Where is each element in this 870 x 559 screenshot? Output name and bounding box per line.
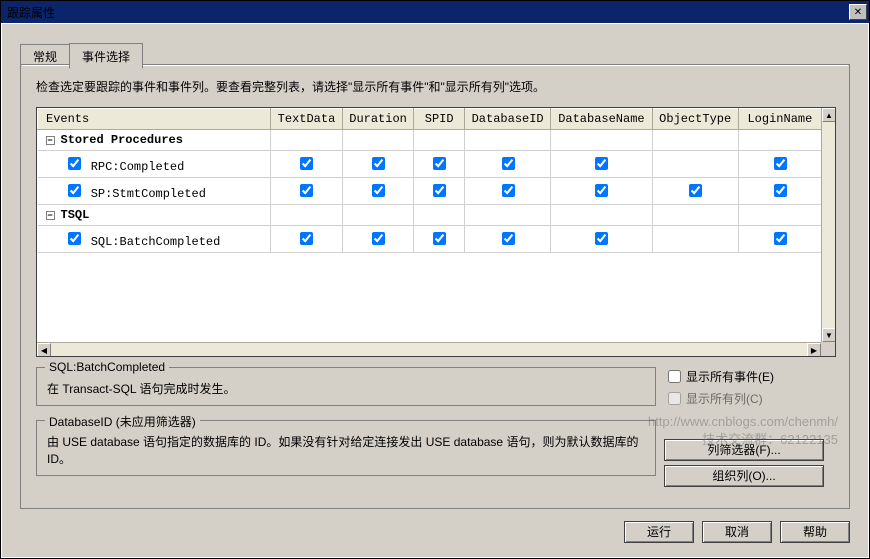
cell-checkbox[interactable] <box>502 157 515 170</box>
event-row: SP:StmtCompleted <box>38 178 822 205</box>
cell-checkbox[interactable] <box>300 184 313 197</box>
col-header-databaseid[interactable]: DatabaseID <box>465 109 551 130</box>
organize-columns-button[interactable]: 组织列(O)... <box>664 465 824 487</box>
cell-checkbox[interactable] <box>300 232 313 245</box>
cell-checkbox[interactable] <box>502 184 515 197</box>
event-description-box: SQL:BatchCompleted 在 Transact-SQL 语句完成时发… <box>36 367 656 406</box>
cell-checkbox[interactable] <box>774 232 787 245</box>
cell-checkbox[interactable] <box>372 157 385 170</box>
run-button[interactable]: 运行 <box>624 521 694 543</box>
cell-checkbox[interactable] <box>433 232 446 245</box>
column-description-box: DatabaseID (未应用筛选器) 由 USE database 语句指定的… <box>36 420 656 476</box>
col-header-spid[interactable]: SPID <box>414 109 465 130</box>
cell-checkbox[interactable] <box>372 184 385 197</box>
events-grid[interactable]: Events TextData Duration SPID DatabaseID… <box>36 107 836 357</box>
tab-events[interactable]: 事件选择 <box>69 43 143 69</box>
event-checkbox[interactable] <box>68 232 81 245</box>
scroll-up-icon[interactable]: ▲ <box>822 108 836 122</box>
col-header-duration[interactable]: Duration <box>342 109 414 130</box>
col-header-databasename[interactable]: DatabaseName <box>551 109 652 130</box>
cell-checkbox[interactable] <box>595 184 608 197</box>
column-filters-button[interactable]: 列筛选器(F)... <box>664 439 824 461</box>
cell-checkbox[interactable] <box>300 157 313 170</box>
scrollbar-corner <box>821 342 835 356</box>
cell-checkbox[interactable] <box>595 232 608 245</box>
col-header-textdata[interactable]: TextData <box>271 109 343 130</box>
cell-checkbox[interactable] <box>433 184 446 197</box>
group-row: −TSQL <box>38 205 822 226</box>
event-checkbox[interactable] <box>68 184 81 197</box>
close-icon: ✕ <box>854 7 862 18</box>
scroll-right-icon[interactable]: ▶ <box>807 343 821 357</box>
scrollbar-horizontal[interactable]: ◀ ▶ <box>37 342 821 356</box>
show-all-events-checkbox[interactable]: 显示所有事件(E) <box>664 367 834 386</box>
scrollbar-vertical[interactable]: ▲ ▼ <box>821 108 835 342</box>
cancel-button[interactable]: 取消 <box>702 521 772 543</box>
instruction-text: 检查选定要跟踪的事件和事件列。要查看完整列表，请选择"显示所有事件"和"显示所有… <box>36 78 834 95</box>
event-row: RPC:Completed <box>38 151 822 178</box>
scroll-left-icon[interactable]: ◀ <box>37 343 51 357</box>
cell-checkbox[interactable] <box>502 232 515 245</box>
group-row: −Stored Procedures <box>38 130 822 151</box>
col-header-loginname[interactable]: LoginName <box>738 109 821 130</box>
window-title: 跟踪属性 <box>7 4 55 21</box>
event-row: SQL:BatchCompleted <box>38 226 822 253</box>
show-all-columns-checkbox[interactable]: 显示所有列(C) <box>664 389 834 408</box>
cell-checkbox[interactable] <box>774 184 787 197</box>
cell-checkbox[interactable] <box>689 184 702 197</box>
cell-checkbox[interactable] <box>595 157 608 170</box>
close-button[interactable]: ✕ <box>849 4 867 20</box>
cell-checkbox[interactable] <box>372 232 385 245</box>
cell-checkbox[interactable] <box>774 157 787 170</box>
collapse-icon[interactable]: − <box>46 211 55 220</box>
help-button[interactable]: 帮助 <box>780 521 850 543</box>
titlebar: 跟踪属性 ✕ <box>1 1 869 23</box>
collapse-icon[interactable]: − <box>46 136 55 145</box>
col-header-objecttype[interactable]: ObjectType <box>652 109 738 130</box>
cell-checkbox[interactable] <box>433 157 446 170</box>
scroll-down-icon[interactable]: ▼ <box>822 328 836 342</box>
col-header-events[interactable]: Events <box>38 109 271 130</box>
event-checkbox[interactable] <box>68 157 81 170</box>
